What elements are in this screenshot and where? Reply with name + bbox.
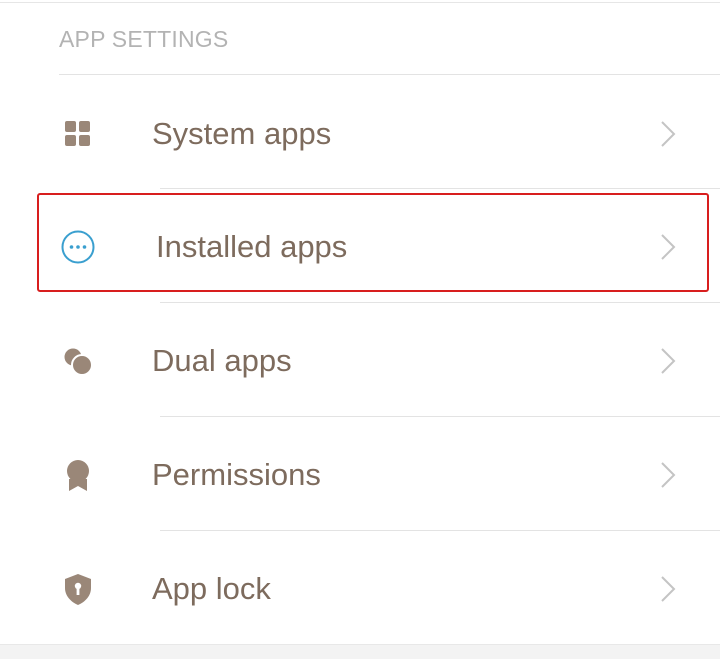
divider	[160, 530, 720, 531]
divider	[160, 302, 720, 303]
chevron-right-icon	[656, 346, 678, 376]
top-divider	[0, 2, 720, 3]
chevron-right-icon	[656, 574, 678, 604]
divider	[59, 74, 720, 75]
chevron-right-icon	[656, 232, 678, 262]
more-dots-circle-icon	[60, 229, 96, 265]
shield-lock-icon	[60, 571, 96, 607]
divider	[160, 188, 720, 189]
grid-icon	[60, 116, 96, 152]
divider	[160, 416, 720, 417]
bottom-bar	[0, 644, 720, 659]
chevron-right-icon	[656, 119, 678, 149]
list-item-label: Installed apps	[156, 229, 348, 264]
list-item-app-lock[interactable]: App lock	[0, 533, 720, 645]
list-item-label: App lock	[152, 571, 271, 606]
dual-circles-icon	[60, 343, 96, 379]
list-item-permissions[interactable]: Permissions	[0, 419, 720, 531]
list-item-system-apps[interactable]: System apps	[0, 78, 720, 190]
list-item-installed-apps[interactable]: Installed apps	[0, 191, 720, 303]
chevron-right-icon	[656, 460, 678, 490]
list-item-label: Dual apps	[152, 343, 292, 378]
list-item-label: Permissions	[152, 457, 321, 492]
section-header: APP SETTINGS	[59, 26, 229, 52]
badge-icon	[60, 457, 96, 493]
list-item-dual-apps[interactable]: Dual apps	[0, 305, 720, 417]
list-item-label: System apps	[152, 116, 332, 151]
